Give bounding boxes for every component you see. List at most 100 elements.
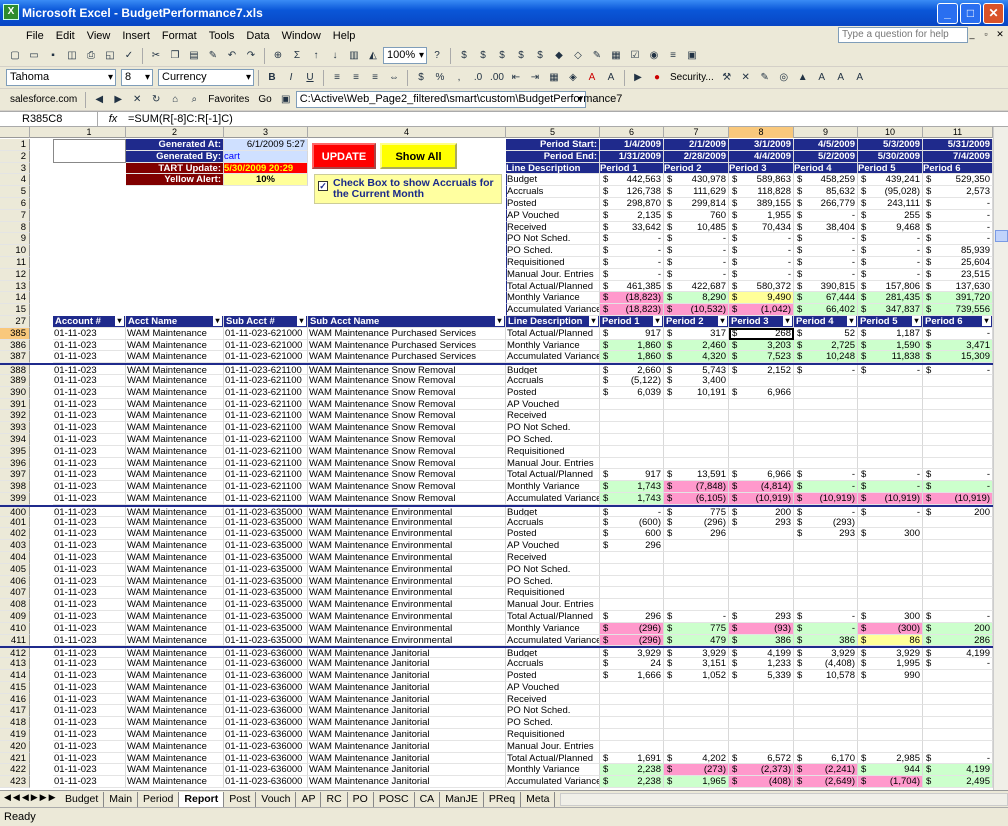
- money-cell[interactable]: $5,743: [664, 365, 729, 375]
- save-icon[interactable]: ▪: [44, 47, 62, 65]
- row-header[interactable]: 413: [0, 658, 30, 670]
- column-header[interactable]: 2: [126, 127, 224, 138]
- money-cell[interactable]: $286: [923, 634, 993, 647]
- vertical-scrollbar[interactable]: [993, 127, 1008, 790]
- line-description[interactable]: Requisitioned: [506, 445, 600, 458]
- sub-account-number[interactable]: 01-11-023-636000: [224, 648, 308, 659]
- money-cell[interactable]: $ (2,241): [794, 764, 858, 777]
- sub-account-number[interactable]: 01-11-023-621100: [224, 410, 308, 423]
- sub-account-name[interactable]: WAM Maintenance Snow Removal: [308, 398, 506, 411]
- table-header[interactable]: Line Description ▾: [506, 316, 600, 328]
- menu-view[interactable]: View: [81, 30, 117, 42]
- money-cell[interactable]: $ -: [858, 245, 923, 257]
- money-cell[interactable]: $ (10,919): [923, 493, 993, 505]
- line-description[interactable]: Accumulated Variance: [506, 493, 600, 505]
- row-header[interactable]: 422: [0, 764, 30, 777]
- sub-account-name[interactable]: WAM Maintenance Purchased Services: [308, 327, 506, 340]
- money-cell[interactable]: $7,523: [729, 351, 794, 364]
- row-header[interactable]: 7: [0, 209, 30, 222]
- money-cell[interactable]: [600, 587, 664, 600]
- money-cell[interactable]: $15,309: [923, 351, 993, 364]
- menu-edit[interactable]: Edit: [50, 30, 81, 42]
- money-cell[interactable]: $296: [600, 540, 664, 552]
- menu-file[interactable]: File: [20, 30, 50, 42]
- money-cell[interactable]: $2,725: [794, 339, 858, 352]
- money-cell[interactable]: [794, 693, 858, 706]
- sub-account-number[interactable]: 01-11-023-636000: [224, 717, 308, 729]
- dollar-icon[interactable]: $: [455, 47, 473, 65]
- undo-icon[interactable]: ↶: [223, 47, 241, 65]
- account-name[interactable]: WAM Maintenance: [126, 611, 224, 623]
- header-value[interactable]: cart: [224, 150, 308, 163]
- minimize-button[interactable]: _: [937, 3, 958, 24]
- spelling-icon[interactable]: ✓: [120, 47, 138, 65]
- fx-icon[interactable]: fx: [98, 113, 128, 125]
- sub-account-number[interactable]: 01-11-023-621100: [224, 375, 308, 387]
- money-cell[interactable]: $3,929: [600, 648, 664, 659]
- money-cell[interactable]: $67,444: [794, 292, 858, 305]
- merge-center-icon[interactable]: ⇔: [385, 69, 403, 87]
- row-header[interactable]: 386: [0, 339, 30, 352]
- money-cell[interactable]: [858, 457, 923, 470]
- row-header[interactable]: 419: [0, 729, 30, 741]
- sub-account-name[interactable]: WAM Maintenance Janitorial: [308, 670, 506, 682]
- money-cell[interactable]: [729, 422, 794, 434]
- sub-account-name[interactable]: WAM Maintenance Snow Removal: [308, 445, 506, 458]
- radio-icon[interactable]: ◉: [645, 47, 663, 65]
- money-cell[interactable]: [729, 528, 794, 541]
- go-menu[interactable]: Go: [254, 94, 275, 105]
- money-cell[interactable]: [664, 563, 729, 576]
- sub-account-number[interactable]: 01-11-023-635000: [224, 516, 308, 529]
- account-name[interactable]: WAM Maintenance: [126, 552, 224, 564]
- line-description[interactable]: Total Actual/Planned: [506, 752, 600, 765]
- money-cell[interactable]: [923, 410, 993, 423]
- tab-manje[interactable]: ManJE: [440, 791, 484, 807]
- money-cell[interactable]: [664, 587, 729, 600]
- money-cell[interactable]: $580,372: [729, 280, 794, 293]
- account-name[interactable]: WAM Maintenance: [126, 658, 224, 670]
- line-description[interactable]: PO Not Sched.: [506, 705, 600, 718]
- sub-account-name[interactable]: WAM Maintenance Environmental: [308, 528, 506, 541]
- sub-account-name[interactable]: WAM Maintenance Janitorial: [308, 729, 506, 741]
- money-cell[interactable]: [858, 599, 923, 611]
- money-cell[interactable]: $ (2,373): [729, 764, 794, 777]
- account-number[interactable]: 01-11-023: [53, 339, 126, 352]
- row-header[interactable]: 392: [0, 410, 30, 423]
- tab-meta[interactable]: Meta: [521, 791, 556, 807]
- money-cell[interactable]: [664, 599, 729, 611]
- account-number[interactable]: 01-11-023: [53, 563, 126, 576]
- checkbox-check-icon[interactable]: ✓: [318, 181, 328, 191]
- money-cell[interactable]: [664, 693, 729, 706]
- money-cell[interactable]: $ (296): [664, 516, 729, 529]
- money-cell[interactable]: $389,155: [729, 198, 794, 210]
- money-cell[interactable]: [664, 717, 729, 729]
- column-header[interactable]: 7: [664, 127, 729, 138]
- account-number[interactable]: 01-11-023: [53, 445, 126, 458]
- money-cell[interactable]: $243,111: [858, 198, 923, 210]
- money-cell[interactable]: $442,563: [600, 174, 664, 187]
- sub-account-number[interactable]: 01-11-023-635000: [224, 599, 308, 611]
- row-header[interactable]: 8: [0, 221, 30, 234]
- row-header[interactable]: 388: [0, 365, 30, 375]
- tab-post[interactable]: Post: [224, 791, 257, 807]
- money-cell[interactable]: [664, 540, 729, 552]
- money-cell[interactable]: $38,404: [794, 221, 858, 234]
- money-cell[interactable]: $24: [600, 658, 664, 670]
- money-cell[interactable]: $4,202: [664, 752, 729, 765]
- account-name[interactable]: WAM Maintenance: [126, 365, 224, 375]
- sub-account-name[interactable]: WAM Maintenance Environmental: [308, 516, 506, 529]
- table-header[interactable]: Period 3 ▾: [729, 316, 794, 328]
- money-cell[interactable]: $300: [858, 528, 923, 541]
- account-number[interactable]: 01-11-023: [53, 506, 126, 517]
- row-header[interactable]: 387: [0, 351, 30, 364]
- currency-icon[interactable]: $: [412, 69, 430, 87]
- money-cell[interactable]: $600: [600, 528, 664, 541]
- money-cell[interactable]: [664, 681, 729, 694]
- money-cell[interactable]: [858, 398, 923, 411]
- line-description[interactable]: Accumulated Variance: [506, 776, 600, 788]
- sub-account-name[interactable]: WAM Maintenance Snow Removal: [308, 481, 506, 493]
- row-header[interactable]: 6: [0, 198, 30, 210]
- money-cell[interactable]: [600, 705, 664, 718]
- increase-indent-icon[interactable]: ⇥: [526, 69, 544, 87]
- money-cell[interactable]: $ (600): [600, 516, 664, 529]
